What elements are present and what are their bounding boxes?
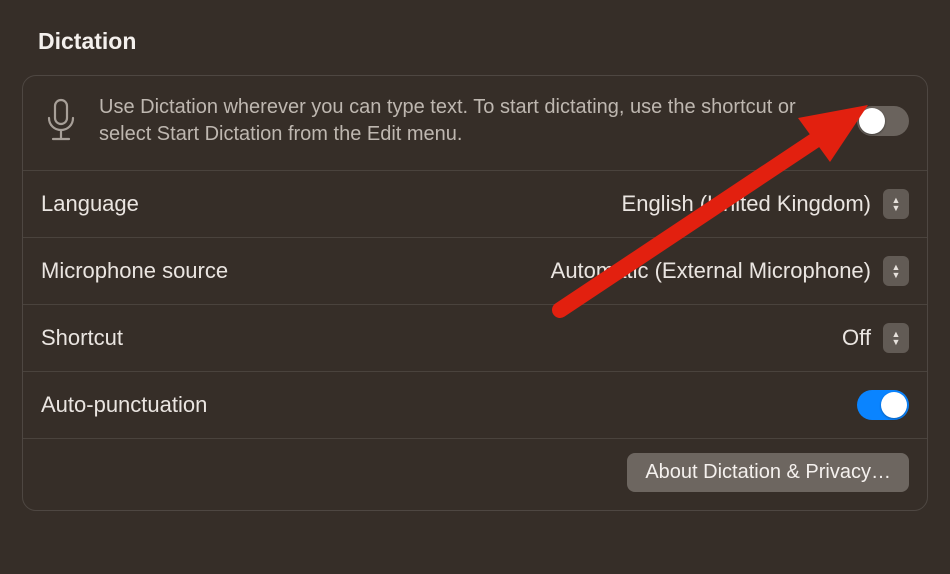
language-row: Language English (United Kingdom) ▲ ▼ [23,171,927,238]
microphone-label: Microphone source [41,258,551,284]
shortcut-label: Shortcut [41,325,842,351]
microphone-selector[interactable]: ▲ ▼ [883,256,909,286]
chevron-down-icon: ▼ [892,338,901,346]
language-label: Language [41,191,622,217]
dictation-panel: Use Dictation wherever you can type text… [22,75,928,511]
shortcut-selector[interactable]: ▲ ▼ [883,323,909,353]
about-dictation-button[interactable]: About Dictation & Privacy… [627,453,909,492]
toggle-knob [859,108,885,134]
intro-row: Use Dictation wherever you can type text… [23,76,927,171]
language-selector[interactable]: ▲ ▼ [883,189,909,219]
page-title: Dictation [0,0,950,55]
footer: About Dictation & Privacy… [23,439,927,510]
toggle-knob [881,392,907,418]
language-value: English (United Kingdom) [622,191,871,217]
chevron-down-icon: ▼ [892,271,901,279]
microphone-icon [41,98,81,144]
autopunct-toggle[interactable] [857,390,909,420]
shortcut-row: Shortcut Off ▲ ▼ [23,305,927,372]
autopunct-row: Auto-punctuation [23,372,927,439]
dictation-toggle[interactable] [857,106,909,136]
autopunct-label: Auto-punctuation [41,392,857,418]
intro-text: Use Dictation wherever you can type text… [99,94,839,148]
microphone-value: Automatic (External Microphone) [551,258,871,284]
chevron-down-icon: ▼ [892,204,901,212]
shortcut-value: Off [842,325,871,351]
microphone-row: Microphone source Automatic (External Mi… [23,238,927,305]
